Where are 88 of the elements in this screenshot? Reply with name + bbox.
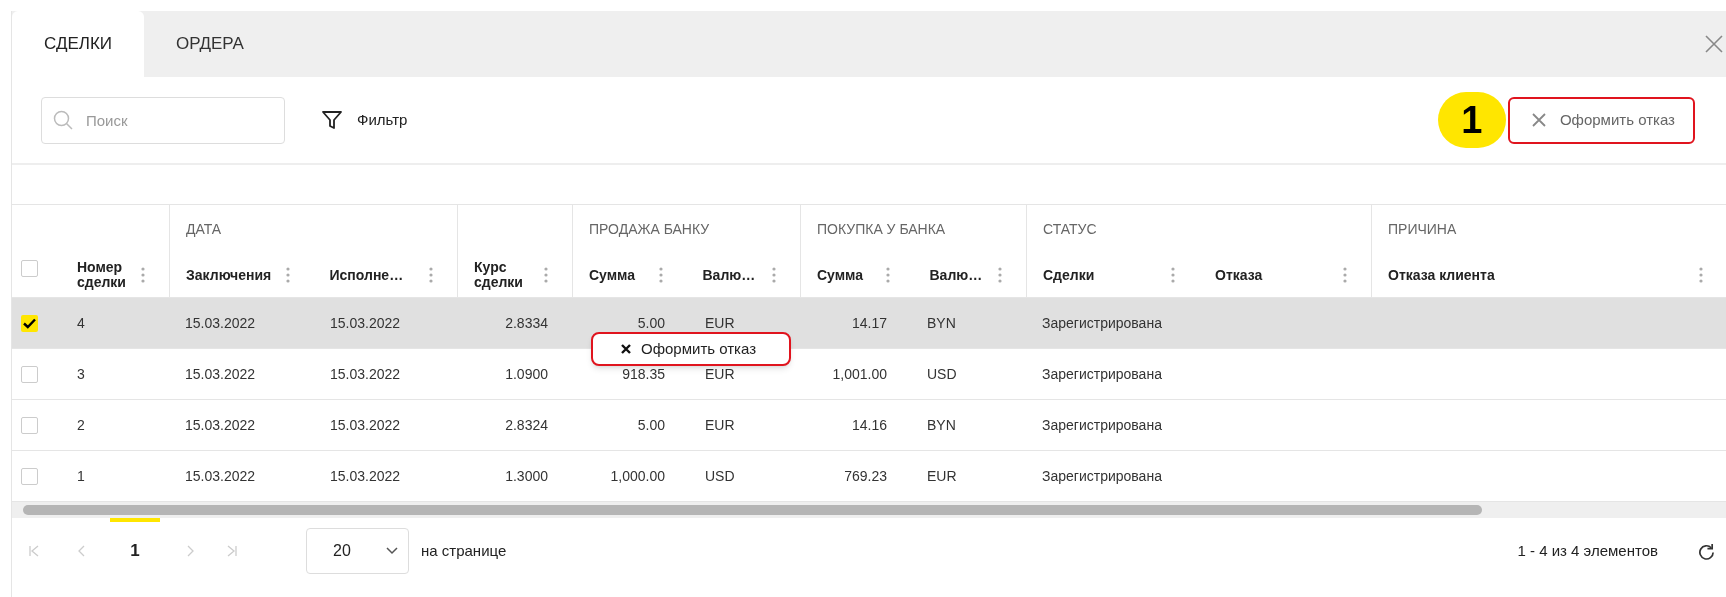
table-cell-text: 2 xyxy=(77,415,85,435)
column-menu-icon[interactable] xyxy=(1171,267,1175,283)
table-cell-text: USD xyxy=(927,364,957,384)
column-menu-icon[interactable] xyxy=(1699,267,1703,283)
column-menu-icon[interactable] xyxy=(544,267,548,283)
table-cell-text: 2.8324 xyxy=(505,415,548,435)
table-cell-text: 15.03.2022 xyxy=(185,313,256,333)
column-group-label: ПОКУПКА У БАНКА xyxy=(817,219,946,239)
column-group-label: ПРИЧИНА xyxy=(1388,219,1457,239)
column-header[interactable]: Сумма xyxy=(817,267,864,283)
column-menu-icon[interactable] xyxy=(658,267,663,283)
table-cell-text: 1.3000 xyxy=(505,466,548,486)
close-icon[interactable] xyxy=(1704,34,1724,54)
filter-button[interactable]: Фильтр xyxy=(321,108,408,132)
column-group-label: ПРОДАЖА БАНКУ xyxy=(589,219,710,239)
table-cell-text: 5.00 xyxy=(637,313,665,333)
tab[interactable]: ОРДЕРА xyxy=(144,11,276,77)
table-cell-text: 2.8334 xyxy=(505,313,548,333)
table-cell-text: 1 xyxy=(77,466,85,486)
table-cell-text: 769.23 xyxy=(844,466,887,486)
checkbox[interactable] xyxy=(21,314,38,332)
column-header[interactable]: Валю… xyxy=(702,267,756,283)
checkbox[interactable] xyxy=(21,467,38,485)
column-header[interactable]: Отказа xyxy=(1215,267,1263,283)
column-menu-icon[interactable] xyxy=(885,267,890,283)
column-header[interactable]: Номер сделки xyxy=(77,260,127,290)
search-icon xyxy=(53,110,73,130)
table-cell-text: EUR xyxy=(705,415,735,435)
close-icon xyxy=(621,344,631,354)
last-page-icon[interactable] xyxy=(226,545,238,557)
table-cell-text: 4 xyxy=(77,313,85,333)
table-cell-text: USD xyxy=(705,466,735,486)
column-header[interactable]: Отказа клиента xyxy=(1388,267,1495,283)
table-cell-text: EUR xyxy=(705,364,735,384)
pagination-summary: 1 - 4 из 4 элементов xyxy=(1517,540,1658,561)
table-cell-text: EUR xyxy=(927,466,957,486)
column-header[interactable]: Заключения xyxy=(186,267,272,283)
column-menu-icon[interactable] xyxy=(1343,267,1347,283)
chevron-down-icon xyxy=(386,547,398,555)
table-cell-text: Зарегистрирована xyxy=(1042,466,1162,486)
table-cell-text: 1.0900 xyxy=(505,364,548,384)
table-cell-text: Зарегистрирована xyxy=(1042,364,1162,384)
column-group-label: СТАТУС xyxy=(1043,219,1097,239)
tab[interactable]: СДЕЛКИ xyxy=(12,11,145,77)
page-size-dropdown[interactable]: 20 xyxy=(306,528,409,574)
first-page-icon[interactable] xyxy=(28,545,40,557)
per-page-label: на странице xyxy=(421,540,507,561)
table-cell-text: 15.03.2022 xyxy=(185,466,256,486)
page-button[interactable]: 1 xyxy=(110,518,160,584)
callout-badge: 1 xyxy=(1437,92,1506,148)
search-field[interactable]: Поиск xyxy=(41,96,285,144)
column-header[interactable]: Исполне… xyxy=(329,267,404,283)
column-group-label: ДАТА xyxy=(186,219,222,239)
table-cell-text: Зарегистрирована xyxy=(1042,415,1162,435)
decline-button[interactable]: Оформить отказ xyxy=(1507,96,1695,144)
table-cell-text: 5.00 xyxy=(637,415,665,435)
column-menu-icon[interactable] xyxy=(772,267,776,283)
column-menu-icon[interactable] xyxy=(285,267,290,283)
table-cell-text: BYN xyxy=(927,415,956,435)
table-cell-text: 15.03.2022 xyxy=(330,364,401,384)
table-cell-text: Зарегистрирована xyxy=(1042,313,1162,333)
close-icon xyxy=(1531,113,1546,127)
column-header[interactable]: Курс сделки xyxy=(474,260,524,290)
checkbox[interactable] xyxy=(21,416,38,434)
table-cell-text: 15.03.2022 xyxy=(330,466,401,486)
column-header[interactable]: Сделки xyxy=(1043,267,1095,283)
refresh-icon[interactable] xyxy=(1698,542,1715,560)
table-cell-text: 1,001.00 xyxy=(832,364,887,384)
table-cell-text: 3 xyxy=(77,364,85,384)
table-cell-text: 15.03.2022 xyxy=(330,415,401,435)
table-cell-text: BYN xyxy=(927,313,956,333)
table-cell-text: 15.03.2022 xyxy=(185,364,256,384)
checkbox[interactable] xyxy=(21,365,38,383)
table-cell-text: 15.03.2022 xyxy=(185,415,256,435)
column-menu-icon[interactable] xyxy=(141,267,145,283)
table-cell-text: 14.16 xyxy=(851,415,887,435)
scrollbar-thumb[interactable] xyxy=(23,505,1482,515)
filter-icon xyxy=(321,109,343,131)
table-cell-text: 918.35 xyxy=(622,364,665,384)
column-header[interactable]: Валю… xyxy=(929,267,983,283)
column-menu-icon[interactable] xyxy=(429,267,433,283)
column-menu-icon[interactable] xyxy=(998,267,1002,283)
checkbox[interactable] xyxy=(21,260,38,277)
column-header[interactable]: Сумма xyxy=(589,267,636,283)
table-cell-text: 15.03.2022 xyxy=(330,313,401,333)
table-cell-text: 1,000.00 xyxy=(610,466,665,486)
table-cell-text: EUR xyxy=(705,313,735,333)
table-cell-text: 14.17 xyxy=(851,313,887,333)
